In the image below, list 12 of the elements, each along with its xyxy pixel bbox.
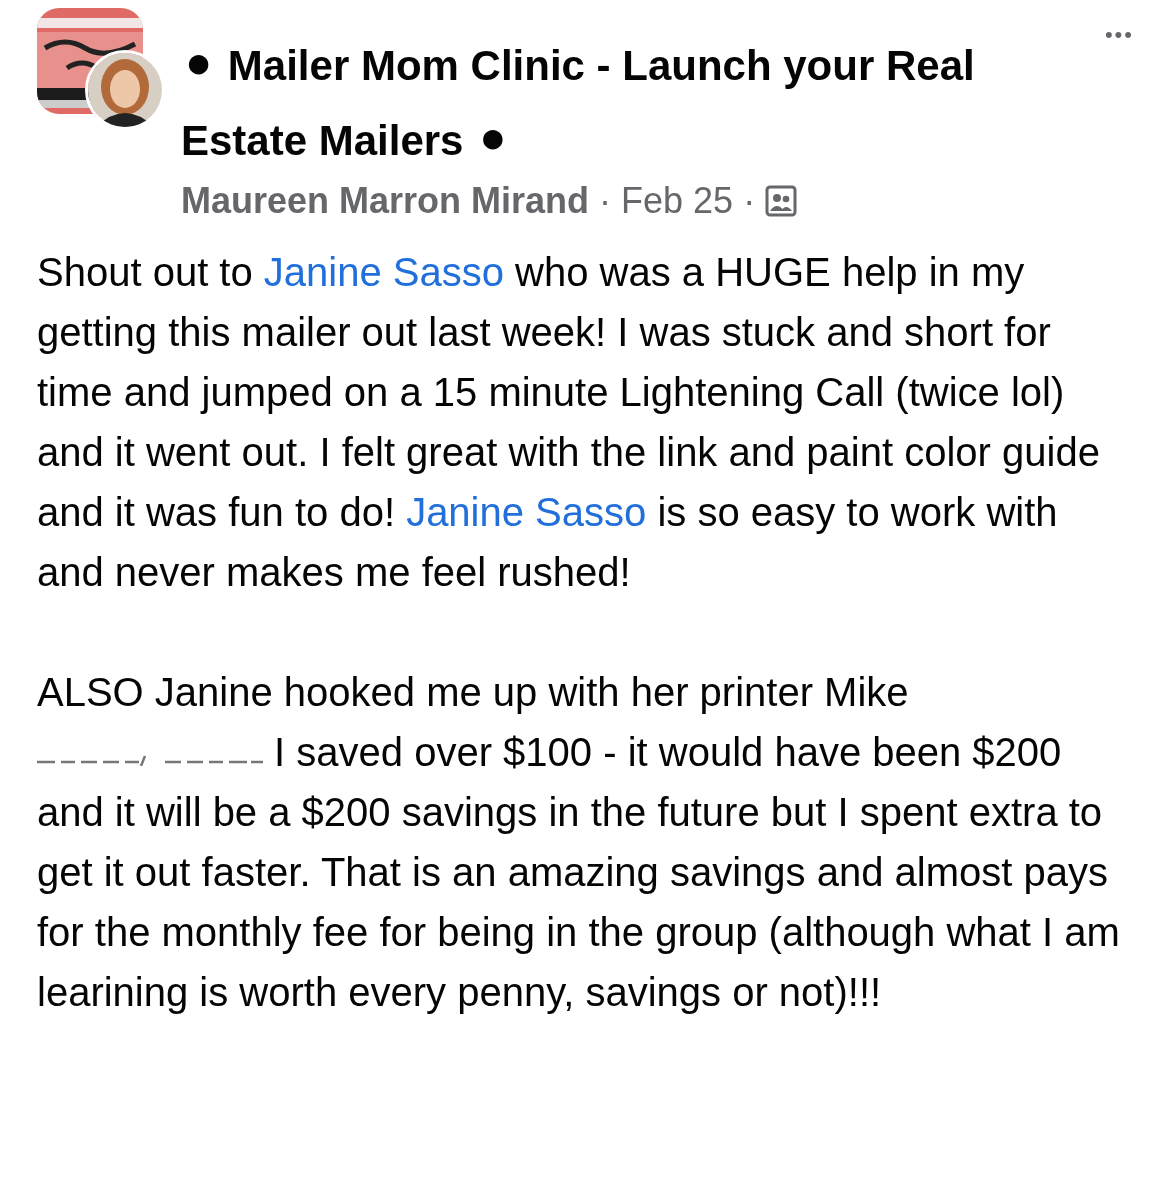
group-icon xyxy=(765,185,798,217)
post-date[interactable]: Feb 25 xyxy=(621,180,734,222)
profile-link[interactable]: Janine Sasso xyxy=(406,490,647,534)
separator: · xyxy=(599,180,612,222)
profile-link[interactable]: Janine Sasso xyxy=(263,250,504,294)
post-text: ALSO Janine hooked me up with her printer Mike I saved over $100 - it would have been $200 and it will be a $200 savings in the future but I spent extra to get it out faster. That is an amazing savings and almost pays for the monthly fee for being in the group (although what I am learining is worth every penny, savings or not)!!! xyxy=(37,669,1121,1016)
group-title[interactable]: ⚫ Mailer Mom Clinic - Launch your Real Estate Mailers ⚫ xyxy=(181,28,1054,178)
post-text: Shout out to Janine Sasso who was a HUGE help in my getting this mailer out last week! I was stuck and short for time and jumped on a 15 minute Lightening Call (twice lol) and it went out. I felt great with the link and paint color guide and it was fun to do! Janine Sasso is so easy to work with and never makes me feel rushed! xyxy=(37,249,1101,596)
separator: · xyxy=(743,180,756,222)
more-options-button[interactable]: ••• xyxy=(1104,22,1134,48)
author-name[interactable]: Maureen Marron Mirand xyxy=(181,180,590,222)
avatar[interactable] xyxy=(85,50,165,130)
